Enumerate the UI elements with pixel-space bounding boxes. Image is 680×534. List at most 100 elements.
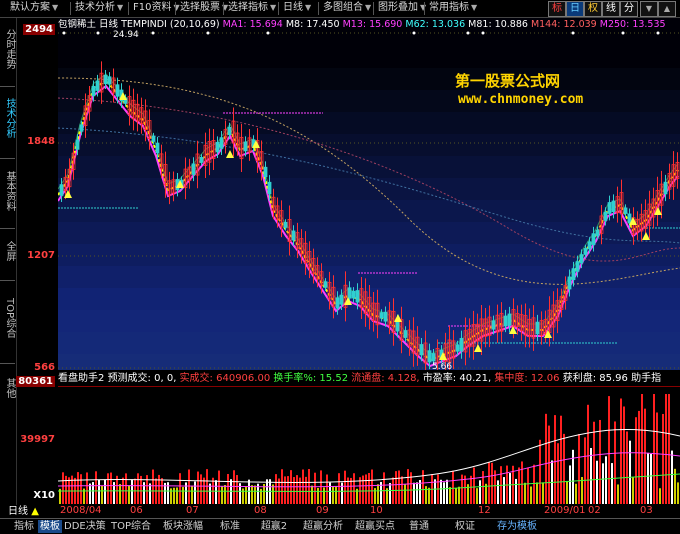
candle-body	[151, 135, 156, 142]
volume-bar	[548, 425, 550, 504]
volume-bar	[662, 413, 664, 504]
tab-top-composite[interactable]: TOP综合	[108, 520, 154, 533]
tab-standard[interactable]: 标准	[212, 520, 248, 533]
toolbar-button-day[interactable]: 日	[566, 1, 584, 17]
tab-divider	[0, 158, 15, 159]
volume-bar	[104, 479, 106, 504]
volume-bar	[227, 473, 229, 504]
volume-bar	[644, 408, 646, 504]
top-marker-dot	[656, 31, 660, 35]
candle-body	[579, 254, 584, 264]
date-label: 06	[130, 505, 143, 516]
candle-body	[199, 157, 204, 163]
volume-bar	[128, 485, 130, 504]
toolbar-button-mark[interactable]: 标	[548, 1, 566, 17]
formula-name[interactable]: TEMPINDI (20,10,69)	[121, 19, 220, 30]
toolbar-item-2[interactable]: F10资料 ▼	[133, 1, 180, 15]
toolbar-button-line[interactable]: 线	[602, 1, 620, 17]
toolbar-up-icon[interactable]: ▲	[658, 1, 676, 17]
dropdown-arrow-icon: ▼	[52, 3, 59, 12]
volume-bar	[152, 469, 154, 504]
toolbar-button-right[interactable]: 权	[584, 1, 602, 17]
tab-top-composite[interactable]: TOP综合	[0, 288, 15, 348]
toolbar-item-8[interactable]: 常用指标 ▼	[429, 1, 477, 15]
tab-intraday[interactable]: 分时走势	[0, 24, 15, 74]
background-band	[58, 156, 680, 178]
toolbar-item-6[interactable]: 多图组合 ▼	[323, 1, 371, 15]
volume-bar	[479, 480, 481, 504]
tab-chaoying-buypoint[interactable]: 超赢买点	[350, 520, 400, 533]
toolbar-item-label: 选择股票	[180, 2, 220, 13]
volume-bar	[251, 485, 253, 504]
volume-bar	[323, 487, 325, 504]
volume-bar	[71, 475, 73, 504]
volume-chart[interactable]	[58, 386, 680, 506]
candle-body	[587, 241, 592, 250]
volume-bar	[449, 487, 451, 504]
tab-fullscreen[interactable]: 全屏	[0, 236, 15, 266]
volume-bar	[623, 406, 625, 504]
volume-bar	[656, 412, 658, 504]
toolbar-item-0[interactable]: 默认方案 ▼	[10, 1, 58, 15]
tab-other[interactable]: 其他	[0, 373, 15, 403]
volume-bar	[125, 473, 127, 504]
volume-bar	[503, 477, 505, 504]
volume-bar	[299, 477, 301, 504]
candle-body	[663, 181, 668, 195]
volume-bar	[191, 485, 193, 504]
volume-bar	[326, 474, 328, 504]
tab-technical-analysis[interactable]: 技术分析	[0, 93, 15, 143]
volume-bar	[515, 478, 517, 504]
period-selector[interactable]: 日线 ▲	[0, 505, 57, 518]
candle-body	[115, 84, 120, 97]
volume-bar	[221, 486, 223, 504]
toolbar-item-5[interactable]: 日线 ▼	[283, 1, 311, 15]
volume-bar	[371, 469, 373, 504]
actual-volume: 实成交: 640906.00	[179, 373, 271, 384]
toolbar-item-label: 技术分析	[75, 2, 115, 13]
tab-chaoying-2[interactable]: 超赢2	[256, 520, 292, 533]
volume-bar	[476, 488, 478, 504]
price-chart[interactable]: 24.94 5.66	[58, 18, 680, 370]
toolbar-button-split[interactable]: 分	[620, 1, 638, 17]
toolbar-item-1[interactable]: 技术分析 ▼	[75, 1, 123, 15]
toolbar-item-label: F10资料	[133, 2, 172, 13]
tab-dde-decision[interactable]: DDE决策	[64, 520, 106, 533]
toolbar-item-4[interactable]: 选择指标 ▼	[228, 1, 276, 15]
date-label: 10	[370, 505, 383, 516]
date-label: 12	[478, 505, 491, 516]
candle-body	[567, 276, 572, 290]
volume-bar	[668, 394, 670, 504]
volume-bar	[344, 470, 346, 504]
tab-sector-gain[interactable]: 板块涨幅	[158, 520, 208, 533]
toolbar-item-label: 日线	[283, 2, 303, 13]
tab-template[interactable]: 模板	[38, 520, 62, 533]
volume-bar	[179, 473, 181, 504]
m250-value: M250: 13.535	[599, 19, 666, 30]
m8-value: M8: 17.450	[285, 19, 340, 30]
tab-indicator[interactable]: 指标	[12, 520, 36, 533]
profit-ratio: 获利盘: 85.96	[562, 373, 628, 384]
toolbar-down-icon[interactable]: ▼	[640, 1, 658, 17]
toolbar-item-7[interactable]: 图形叠加▼	[378, 1, 426, 15]
volume-bar	[614, 421, 616, 504]
volume-bar	[314, 472, 316, 504]
volume-bar	[407, 469, 409, 504]
candle-body	[535, 321, 540, 335]
tab-warrant[interactable]: 权证	[450, 520, 480, 533]
volume-bar	[632, 477, 634, 504]
indicator-name[interactable]: 看盘助手2	[58, 373, 104, 384]
tab-normal[interactable]: 普通	[404, 520, 434, 533]
volume-bar	[605, 456, 607, 504]
toolbar-item-3[interactable]: 选择股票 ▼	[180, 1, 228, 15]
volume-bar	[557, 443, 559, 504]
tab-chaoying-analysis[interactable]: 超赢分析	[298, 520, 348, 533]
volume-bar	[173, 487, 175, 504]
volume-bar	[473, 467, 475, 504]
tab-divider	[0, 86, 15, 87]
tab-save-template[interactable]: 存为模板	[492, 520, 542, 533]
candle-body	[79, 124, 84, 132]
tab-fundamentals[interactable]: 基本资料	[0, 166, 15, 216]
candle-body	[267, 181, 272, 195]
volume-axis-mid: 39997	[20, 434, 55, 445]
